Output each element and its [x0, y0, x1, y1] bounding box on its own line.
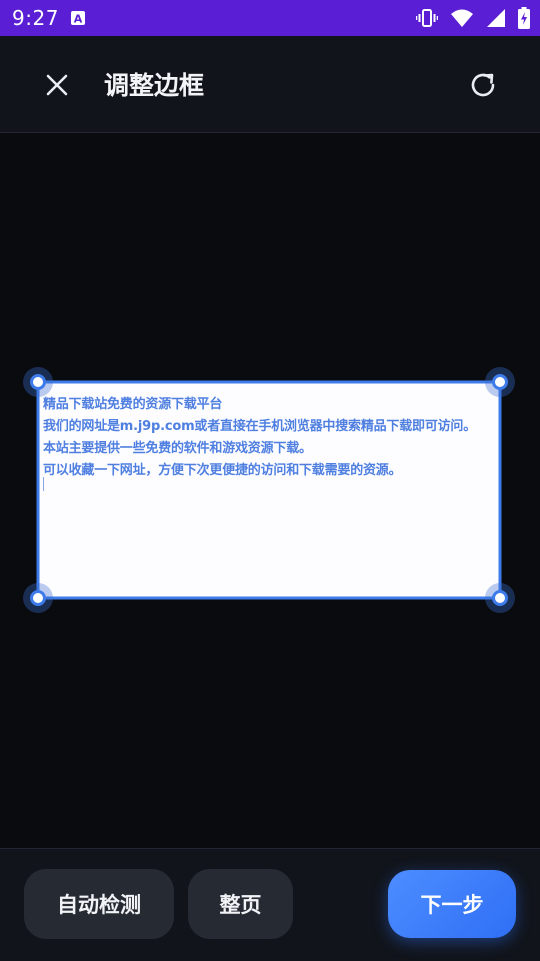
- wifi-icon: [451, 9, 473, 27]
- battery-icon: [518, 7, 530, 29]
- crop-handle-bottom-left[interactable]: [23, 583, 53, 613]
- crop-handle-top-left[interactable]: [23, 367, 53, 397]
- document-preview: 精品下载站免费的资源下载平台 我们的网址是m.j9p.com或者直接在手机浏览器…: [38, 382, 500, 598]
- handle-dot: [30, 374, 46, 390]
- document-line: 本站主要提供一些免费的软件和游戏资源下载。: [43, 441, 312, 456]
- handle-dot: [492, 590, 508, 606]
- svg-text:A: A: [74, 13, 83, 26]
- page-title: 调整边框: [104, 71, 205, 100]
- full-page-button[interactable]: 整页: [188, 869, 293, 939]
- auto-detect-button[interactable]: 自动检测: [24, 869, 174, 939]
- handle-dot: [492, 374, 508, 390]
- next-step-button[interactable]: 下一步: [388, 870, 516, 938]
- accessibility-a-icon: A: [71, 11, 85, 26]
- crop-handle-top-right[interactable]: [485, 367, 515, 397]
- close-icon: [46, 74, 68, 96]
- text-caret: [43, 477, 44, 491]
- status-bar: 9:27 A: [0, 0, 540, 36]
- status-time: 9:27: [12, 6, 59, 30]
- status-icons: [416, 7, 530, 29]
- close-button[interactable]: [36, 64, 78, 106]
- bottom-toolbar: 自动检测 整页 下一步: [0, 848, 540, 961]
- document-line: 可以收藏一下网址，方便下次更便捷的访问和下载需要的资源。: [43, 463, 402, 478]
- signal-icon: [487, 9, 505, 27]
- vibrate-icon: [416, 9, 438, 27]
- crop-canvas[interactable]: 精品下载站免费的资源下载平台 我们的网址是m.j9p.com或者直接在手机浏览器…: [0, 133, 540, 847]
- refresh-button[interactable]: [462, 64, 504, 106]
- refresh-icon: [471, 73, 495, 97]
- crop-handle-bottom-right[interactable]: [485, 583, 515, 613]
- handle-dot: [30, 590, 46, 606]
- document-line: 我们的网址是m.j9p.com或者直接在手机浏览器中搜索精品下载即可访问。: [43, 419, 477, 434]
- app-bar: 调整边框: [0, 36, 540, 133]
- document-line: 精品下载站免费的资源下载平台: [43, 397, 223, 412]
